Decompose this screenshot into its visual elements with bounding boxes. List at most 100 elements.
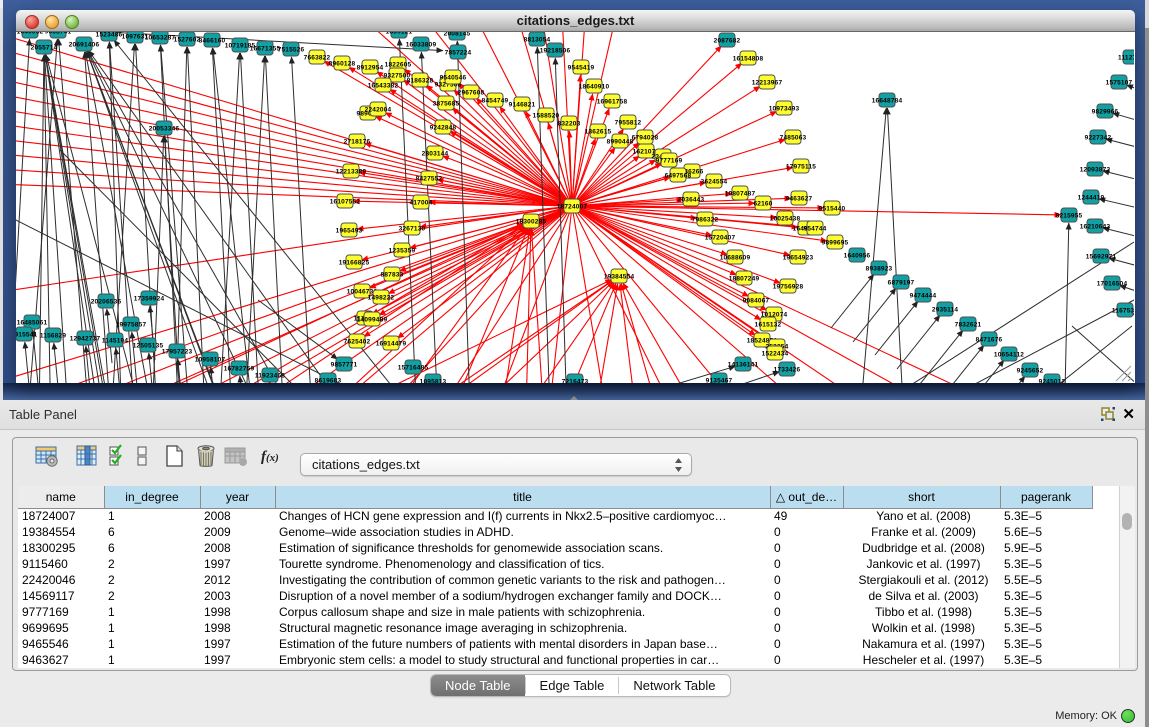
svg-text:1167534: 1167534 [1112,307,1134,314]
svg-text:1235359: 1235359 [389,247,416,254]
svg-text:8619683: 8619683 [315,377,342,383]
svg-text:1822605: 1822605 [385,61,412,68]
svg-text:3267130: 3267130 [399,225,426,232]
svg-text:1523486: 1523486 [96,32,123,38]
svg-text:1575107: 1575107 [1106,79,1133,86]
svg-text:2967608: 2967608 [458,89,485,96]
svg-text:17016504: 17016504 [1097,280,1128,287]
svg-text:8938923: 8938923 [866,265,893,272]
svg-text:3875685: 3875685 [433,100,460,107]
svg-text:16033809: 16033809 [406,41,437,48]
svg-text:954744: 954744 [804,225,827,232]
svg-text:17957223: 17957223 [162,348,193,355]
svg-text:9084067: 9084067 [743,297,770,304]
svg-text:9515440: 9515440 [819,205,846,212]
svg-text:8471676: 8471676 [976,336,1003,343]
svg-text:9245012: 9245012 [1039,378,1066,383]
svg-text:19756928: 19756928 [773,283,804,290]
svg-text:14136141: 14136141 [728,361,759,368]
svg-text:8990448: 8990448 [607,138,634,145]
svg-text:16210643: 16210643 [1080,223,1111,230]
svg-text:6794028: 6794028 [632,134,659,141]
svg-text:1095813: 1095813 [420,378,447,383]
svg-text:19218506: 19218506 [540,47,571,54]
svg-text:16914479: 16914479 [376,340,407,347]
svg-text:16782759: 16782759 [224,365,255,372]
svg-text:1112714: 1112714 [1118,54,1134,61]
svg-text:18807249: 18807249 [729,275,760,282]
svg-text:9777169: 9777169 [656,157,683,164]
svg-text:9857771: 9857771 [331,361,358,368]
svg-text:19166825: 19166825 [339,259,370,266]
svg-text:10654112: 10654112 [994,351,1024,358]
svg-text:2008145: 2008145 [444,32,471,37]
svg-text:8186328: 8186328 [407,77,434,84]
svg-text:7832621: 7832621 [955,321,982,328]
svg-text:10653287: 10653287 [145,34,176,41]
svg-text:7485063: 7485063 [780,134,807,141]
svg-text:887833: 887833 [381,271,404,278]
svg-text:16543382: 16543382 [368,82,399,89]
svg-text:6879197: 6879197 [888,279,915,286]
svg-text:18300285: 18300285 [516,218,547,225]
svg-text:7986322: 7986322 [692,216,719,223]
svg-text:10973493: 10973493 [769,105,800,112]
svg-text:20691406: 20691406 [69,41,100,48]
svg-text:15716485: 15716485 [398,364,429,371]
svg-text:16107552: 16107552 [330,198,361,205]
svg-text:20053346: 20053346 [149,125,180,132]
svg-text:15692971: 15692971 [1086,253,1117,260]
svg-text:1965493: 1965493 [336,227,363,234]
svg-text:10025438: 10025438 [770,215,801,222]
svg-text:1588520: 1588520 [533,112,560,119]
svg-text:16671355: 16671355 [250,45,281,52]
svg-text:18724007: 18724007 [557,203,588,210]
svg-text:9474444: 9474444 [910,292,937,299]
svg-text:2036443: 2036443 [678,196,705,203]
svg-text:11923468: 11923468 [255,372,285,379]
svg-text:10807487: 10807487 [725,190,756,197]
svg-text:10958107: 10958107 [195,356,226,363]
svg-text:9463627: 9463627 [786,195,813,202]
svg-text:6497568: 6497568 [665,172,692,179]
svg-text:1498222: 1498222 [368,294,395,301]
svg-text:1733426: 1733426 [774,366,801,373]
svg-text:12213967: 12213967 [752,79,783,86]
svg-text:1522434: 1522434 [762,350,789,357]
svg-text:1244419: 1244419 [1078,194,1105,201]
svg-text:20206536: 20206536 [91,298,122,305]
svg-text:8466160: 8466160 [199,37,226,44]
svg-text:1640052: 1640052 [17,32,44,35]
svg-text:9227342: 9227342 [1085,134,1112,141]
svg-text:12093872: 12093872 [1080,166,1111,173]
svg-text:9068741: 9068741 [45,32,72,35]
svg-text:12213389: 12213389 [336,168,367,175]
svg-text:12942737: 12942737 [70,335,101,342]
svg-text:62160: 62160 [753,200,772,207]
svg-text:8427552: 8427552 [416,175,443,182]
svg-text:2935114: 2935114 [932,306,959,313]
svg-text:2055714: 2055714 [31,44,58,51]
svg-text:2718176: 2718176 [344,138,371,145]
svg-text:7515526: 7515526 [278,46,305,53]
svg-text:9242848: 9242848 [430,124,457,131]
svg-text:7857224: 7857224 [445,49,472,56]
svg-text:2087682: 2087682 [714,37,741,44]
svg-text:1527602: 1527602 [174,36,201,43]
svg-text:1362615: 1362615 [585,128,612,135]
svg-text:832203: 832203 [558,120,581,127]
svg-text:417004: 417004 [410,199,433,206]
svg-text:19384554: 19384554 [604,273,635,280]
svg-text:9135467: 9135467 [706,377,733,383]
svg-text:17975115: 17975115 [786,163,816,170]
svg-text:1156829: 1156829 [40,332,67,339]
svg-text:8813054: 8813054 [524,36,551,43]
svg-text:1640956: 1640956 [844,252,871,259]
svg-text:7625402: 7625402 [344,338,371,345]
svg-text:9146821: 9146821 [509,101,536,108]
svg-text:1145194: 1145194 [102,337,129,344]
svg-text:9545419: 9545419 [568,64,595,71]
svg-text:16485061: 16485061 [17,319,48,326]
svg-text:3624554: 3624554 [701,178,728,185]
svg-text:10688609: 10688609 [720,254,751,261]
